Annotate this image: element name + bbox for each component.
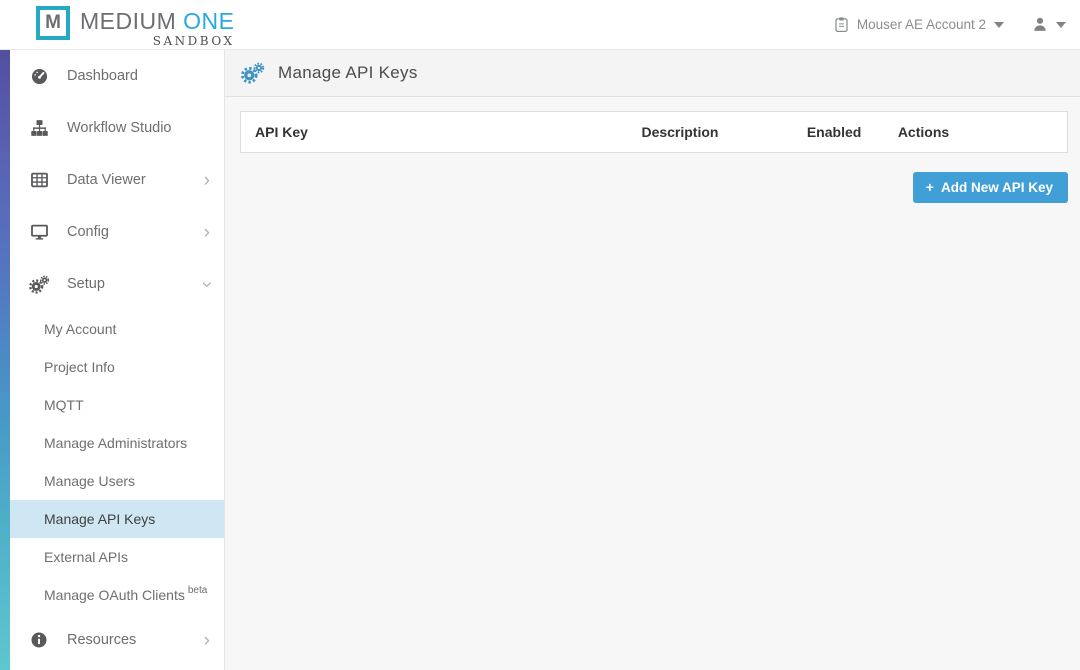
medium-one-logo[interactable]: M MEDIUM ONE SANDBOX [36, 2, 235, 48]
page-header: Manage API Keys [225, 50, 1080, 97]
sidebar-item-manage-administrators[interactable]: Manage Administrators [10, 424, 224, 462]
sidebar-item-workflow-studio[interactable]: Workflow Studio [10, 102, 224, 154]
sidebar-item-label: Dashboard [67, 68, 210, 84]
column-header-api-key: API Key [241, 112, 638, 153]
sidebar-item-resources[interactable]: Resources › [10, 614, 224, 666]
clipboard-icon [834, 16, 849, 33]
brand-primary: MEDIUM [80, 8, 176, 34]
account-name: Mouser AE Account 2 [857, 17, 986, 32]
column-header-enabled: Enabled [803, 112, 894, 153]
plus-icon: + [926, 179, 934, 195]
m-logo-icon: M [36, 6, 70, 40]
chevron-right-icon: › [204, 171, 210, 190]
sidebar-item-mqtt[interactable]: MQTT [10, 386, 224, 424]
add-new-api-key-button[interactable]: + Add New API Key [913, 172, 1068, 203]
api-keys-table: API Key Description Enabled Actions [240, 111, 1068, 153]
brand-secondary: ONE [183, 8, 234, 34]
table-header-row: API Key Description Enabled Actions [241, 112, 1068, 153]
table-icon [28, 171, 50, 189]
sidebar-item-config[interactable]: Config › [10, 206, 224, 258]
sidebar-item-label: Config [67, 224, 204, 240]
top-navbar: M MEDIUM ONE SANDBOX Mouser AE Account 2 [0, 0, 1080, 50]
info-icon [28, 631, 50, 649]
sidebar-item-label: Resources [67, 632, 204, 648]
user-menu[interactable] [1032, 16, 1066, 33]
cogs-icon [28, 275, 50, 294]
brand-text: MEDIUM ONE SANDBOX [80, 2, 235, 48]
cogs-icon [239, 62, 265, 84]
sidebar-gradient-strip [0, 50, 10, 670]
sidebar-item-label: Data Viewer [67, 172, 204, 188]
sidebar-item-data-viewer[interactable]: Data Viewer › [10, 154, 224, 206]
sidebar-item-label: Setup [67, 276, 204, 292]
sidebar-item-manage-oauth-clients[interactable]: Manage OAuth Clients beta [10, 576, 224, 614]
chevron-right-icon: › [204, 631, 210, 650]
sidebar-item-setup[interactable]: Setup › [10, 258, 224, 310]
account-selector[interactable]: Mouser AE Account 2 [834, 16, 1004, 33]
sidebar-item-external-apis[interactable]: External APIs [10, 538, 224, 576]
brand-subtitle: SANDBOX [153, 34, 235, 48]
tachometer-icon [28, 67, 50, 86]
page-title: Manage API Keys [278, 63, 418, 83]
main-content: Manage API Keys API Key Description Enab… [225, 50, 1080, 670]
desktop-icon [28, 223, 50, 241]
column-header-actions: Actions [894, 112, 1068, 153]
sidebar: Dashboard Workflow Studio [0, 50, 225, 670]
button-row: + Add New API Key [225, 172, 1080, 203]
sitemap-icon [28, 119, 50, 137]
column-header-description: Description [637, 112, 802, 153]
sidebar-item-label: Manage OAuth Clients [44, 587, 185, 603]
sidebar-item-my-account[interactable]: My Account [10, 310, 224, 348]
add-button-label: Add New API Key [941, 180, 1053, 195]
chevron-right-icon: › [204, 223, 210, 242]
beta-badge: beta [188, 585, 207, 596]
sidebar-item-dashboard[interactable]: Dashboard [10, 50, 224, 102]
sidebar-item-manage-api-keys[interactable]: Manage API Keys [10, 500, 224, 538]
sidebar-item-project-info[interactable]: Project Info [10, 348, 224, 386]
caret-down-icon [994, 22, 1004, 28]
chevron-down-icon: › [197, 281, 216, 287]
caret-down-icon [1056, 22, 1066, 28]
user-icon [1032, 16, 1048, 33]
sidebar-item-manage-users[interactable]: Manage Users [10, 462, 224, 500]
sidebar-item-label: Workflow Studio [67, 120, 210, 136]
